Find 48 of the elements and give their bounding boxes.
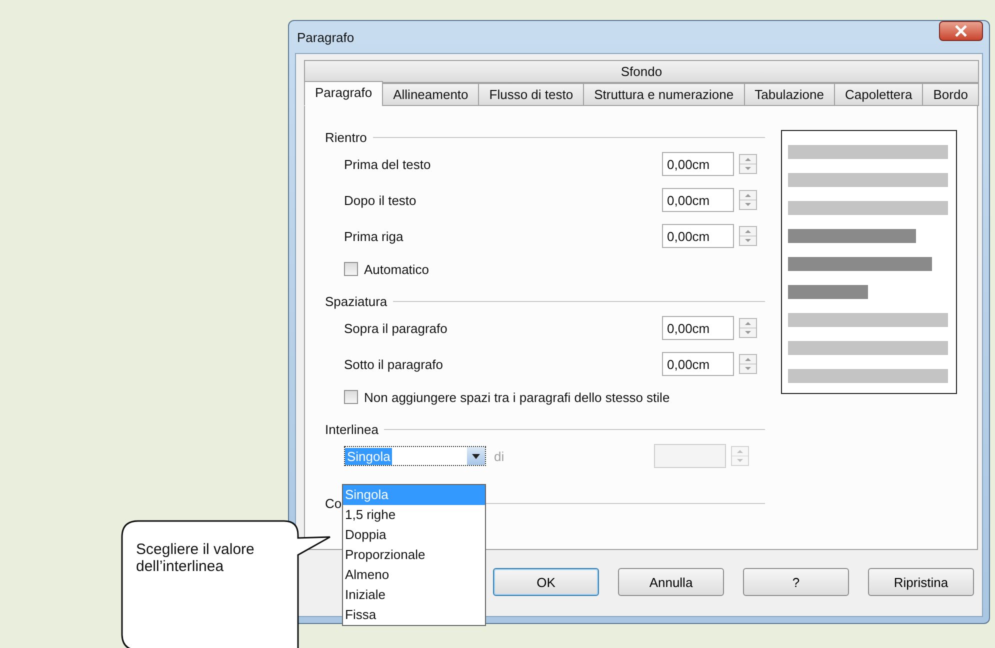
dialog-button[interactable]: ? (743, 568, 849, 596)
checkbox[interactable] (344, 390, 358, 404)
checkbox-label: Automatico (364, 262, 430, 276)
field-label: Prima del testo (344, 156, 432, 172)
field-label: Dopo il testo (344, 192, 418, 208)
tab[interactable]: Struttura e numerazione (583, 83, 745, 106)
dropdown-option[interactable]: 1,5 righe (343, 505, 485, 525)
dropdown-option[interactable]: Iniziale (343, 585, 485, 605)
dialog-button[interactable]: Annulla (618, 568, 724, 596)
close-button[interactable] (939, 21, 983, 41)
tab[interactable]: Sfondo (304, 60, 979, 83)
section-heading: Spaziatura (325, 294, 388, 308)
section-heading: Co (325, 496, 343, 510)
field-label: Prima riga (344, 228, 404, 244)
checkbox[interactable] (344, 262, 358, 276)
spin-buttons-icon[interactable] (739, 318, 757, 338)
close-icon (954, 25, 968, 37)
window-title: Paragrafo (297, 30, 354, 44)
dialog-button[interactable]: Ripristina (868, 568, 974, 596)
spin-buttons-icon[interactable] (739, 154, 757, 174)
spin-field[interactable]: 0,00cm (662, 224, 734, 248)
spin-buttons-icon[interactable] (731, 446, 749, 466)
spin-field[interactable]: 0,00cm (662, 188, 734, 212)
dropdown-option[interactable]: Doppia (343, 525, 485, 545)
dropdown-option[interactable]: Fissa (343, 605, 485, 625)
checkbox-label: Non aggiungere spazi tra i paragrafi dello stesso stile (364, 390, 670, 404)
tab[interactable]: Tabulazione (744, 83, 836, 106)
dropdown-option[interactable]: Proporzionale (343, 545, 485, 565)
spin-field[interactable]: 0,00cm (662, 352, 734, 376)
dropdown-option[interactable]: Almeno (343, 565, 485, 585)
field-label: di (494, 448, 506, 464)
tab[interactable]: Flusso di testo (478, 83, 584, 106)
caret-icon (472, 454, 480, 458)
callout-text: Scegliere il valore dell’interlinea (136, 541, 256, 575)
spin-buttons-icon[interactable] (739, 226, 757, 246)
field-label: Sopra il paragrafo (344, 320, 448, 336)
spin-field[interactable]: 0,00cm (662, 152, 734, 176)
spin-field[interactable]: 0,00cm (662, 316, 734, 340)
spin-buttons-icon[interactable] (739, 354, 757, 374)
field-label: Sotto il paragrafo (344, 356, 444, 372)
tab[interactable]: Capolettera (834, 83, 924, 106)
section-heading: Interlinea (325, 422, 380, 436)
tab[interactable]: Bordo (922, 83, 979, 106)
section-heading: Rientro (325, 130, 368, 144)
dialog-button[interactable]: OK (493, 568, 599, 596)
tab[interactable]: Allineamento (382, 83, 480, 106)
spin-buttons-icon[interactable] (739, 190, 757, 210)
tab[interactable]: Paragrafo (304, 81, 384, 106)
